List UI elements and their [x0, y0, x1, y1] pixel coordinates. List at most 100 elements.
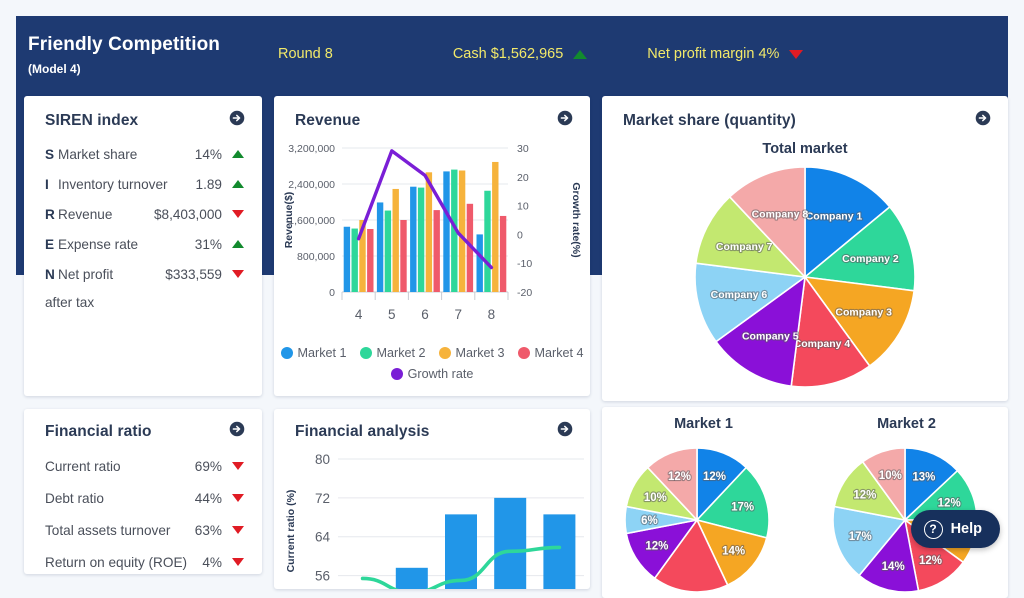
- svg-text:80: 80: [315, 452, 330, 467]
- svg-text:0: 0: [517, 229, 523, 241]
- legend-label: Market 1: [297, 346, 347, 360]
- svg-text:5: 5: [388, 307, 396, 322]
- pie-slice-label: 12%: [703, 471, 726, 483]
- siren-row-letter: I: [45, 176, 49, 192]
- financial-analysis-title: Financial analysis: [295, 422, 430, 440]
- market-pies-row: Market 1 12% 17% 14% 12% 6% 10% 12% Market 2 1…: [602, 407, 1008, 592]
- svg-text:Current ratio (%): Current ratio (%): [285, 490, 297, 573]
- siren-row-value: $333,559: [165, 266, 222, 282]
- legend-label: Market 4: [534, 346, 584, 360]
- svg-text:6: 6: [421, 307, 429, 322]
- pie-slice-label: Company 6: [711, 289, 768, 301]
- pie-slice-label: 10%: [644, 492, 667, 504]
- legend-item[interactable]: Market 1: [280, 346, 347, 360]
- siren-row-label: Inventory turnover: [58, 176, 168, 192]
- legend-item[interactable]: Market 3: [438, 346, 505, 360]
- open-arrow-icon[interactable]: [229, 110, 245, 131]
- siren-row-label: Revenue: [58, 206, 113, 222]
- svg-text:Revenue($): Revenue($): [283, 192, 295, 249]
- market-2-pie-title: Market 2: [877, 416, 936, 432]
- siren-row-value: 14%: [194, 146, 222, 162]
- svg-text:0: 0: [329, 287, 335, 299]
- svg-text:2,400,000: 2,400,000: [288, 179, 335, 191]
- help-button-label: Help: [950, 521, 982, 537]
- siren-title: SIREN index: [45, 111, 139, 129]
- app-title: Friendly Competition: [28, 33, 220, 55]
- siren-row-trend-down-icon: [231, 270, 245, 278]
- open-arrow-icon[interactable]: [975, 110, 991, 131]
- siren-row: N Net profit $333,559: [24, 259, 262, 289]
- revenue-chart-legend: Market 1 Market 2 Market 3 Market 4 Growth r…: [274, 346, 590, 381]
- market-2-block: Market 2 13% 12% 12% 14% 17% 12% 10%: [805, 407, 1008, 592]
- siren-row-letter: S: [45, 146, 55, 162]
- siren-note: after tax: [45, 295, 95, 310]
- open-arrow-icon[interactable]: [557, 421, 573, 442]
- financial-ratio-trend-down-icon: [231, 558, 245, 566]
- market-1-pie-title: Market 1: [674, 416, 733, 432]
- siren-row-letter: R: [45, 206, 55, 222]
- svg-text:56: 56: [315, 569, 330, 584]
- market-1-pie-chart: 12%17%14%12%6%10%12%: [624, 447, 770, 592]
- dashboard-root: Friendly Competition (Model 4) Round 8 C…: [0, 0, 1024, 598]
- pie-slice-label: 14%: [722, 545, 745, 557]
- cash-trend-up-icon: [573, 49, 588, 59]
- siren-row-value: $8,403,000: [153, 206, 222, 222]
- financial-ratio-row: Current ratio 69%: [24, 450, 262, 482]
- app-subtitle: (Model 4): [28, 61, 81, 76]
- legend-color-dot: [359, 347, 372, 359]
- total-market-pie-chart: Company 1Company 2Company 3Company 4Comp…: [694, 166, 916, 388]
- brand-block: Friendly Competition (Model 4): [28, 33, 278, 76]
- revenue-title: Revenue: [295, 111, 361, 129]
- npm-trend-down-icon: [789, 49, 804, 59]
- siren-row-trend-up-icon: [231, 240, 245, 248]
- financial-ratio-title: Financial ratio: [45, 422, 152, 440]
- svg-text:10: 10: [517, 201, 529, 213]
- pie-slice-label: 6%: [641, 515, 658, 527]
- siren-row-value: 1.89: [195, 176, 222, 192]
- siren-row: S Market share 14%: [24, 139, 262, 169]
- financial-ratio-trend-down-icon: [231, 494, 245, 502]
- svg-text:-10: -10: [517, 258, 532, 270]
- market-share-card-header: Market share (quantity): [602, 96, 1008, 139]
- siren-row-trend-down-icon: [231, 210, 245, 218]
- siren-row-label: Net profit: [58, 266, 114, 282]
- financial-ratio-row: Total assets turnover 63%: [24, 514, 262, 546]
- market-share-card: Market share (quantity) Total market Com…: [602, 96, 1008, 401]
- financial-ratio-row-label: Total assets turnover: [45, 522, 171, 538]
- legend-item[interactable]: Market 4: [517, 346, 584, 360]
- financial-ratio-trend-down-icon: [231, 462, 245, 470]
- svg-text:72: 72: [315, 491, 330, 506]
- cash-indicator: Cash $1,562,965: [453, 46, 588, 62]
- round-indicator: Round 8: [278, 46, 333, 62]
- svg-text:-20: -20: [517, 287, 532, 299]
- legend-item[interactable]: Market 2: [359, 346, 426, 360]
- legend-color-dot: [280, 347, 293, 359]
- siren-row: R Revenue $8,403,000: [24, 199, 262, 229]
- siren-card-header: SIREN index: [24, 96, 262, 139]
- pie-slice-label: 12%: [853, 490, 876, 502]
- open-arrow-icon[interactable]: [229, 421, 245, 442]
- financial-ratio-row: Return on equity (ROE) 4%: [24, 546, 262, 574]
- help-button[interactable]: ? Help: [910, 510, 1000, 548]
- svg-text:7: 7: [454, 307, 462, 322]
- legend-label: Growth rate: [407, 367, 474, 381]
- app-header: Friendly Competition (Model 4) Round 8 C…: [16, 16, 1008, 92]
- legend-label: Market 3: [455, 346, 505, 360]
- legend-item[interactable]: Growth rate: [390, 367, 474, 381]
- question-circle-icon: ?: [923, 519, 943, 539]
- financial-analysis-card-header: Financial analysis: [274, 409, 590, 450]
- siren-row-label: Expense rate: [58, 236, 139, 252]
- pie-slice-label: 12%: [919, 555, 942, 567]
- pie-slice-label: Company 3: [835, 307, 892, 319]
- pie-slice-label: 17%: [731, 502, 754, 514]
- pie-slice-label: Company 2: [842, 253, 899, 265]
- net-profit-margin-label: Net profit margin 4%: [647, 46, 780, 62]
- financial-ratio-row-label: Return on equity (ROE): [45, 554, 188, 570]
- legend-color-dot: [438, 347, 451, 359]
- pie-slice-label: Company 7: [716, 241, 773, 253]
- svg-text:30: 30: [517, 143, 529, 155]
- legend-label: Market 2: [376, 346, 426, 360]
- svg-text:20: 20: [517, 172, 529, 184]
- open-arrow-icon[interactable]: [557, 110, 573, 131]
- pie-slice-label: 10%: [879, 470, 902, 482]
